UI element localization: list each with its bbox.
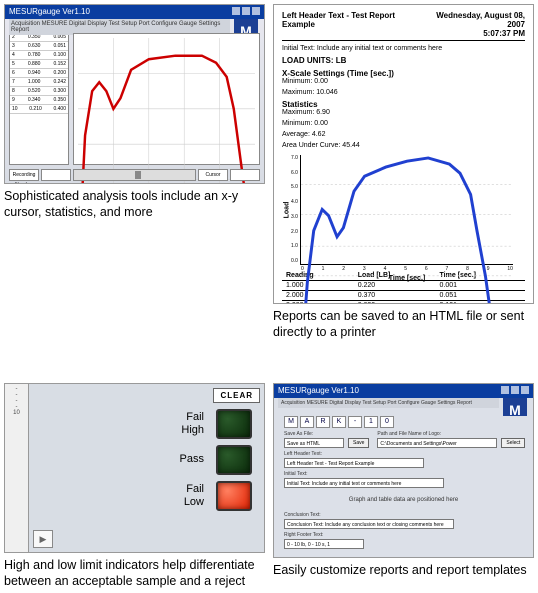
conclusion-label: Conclusion Text: bbox=[284, 512, 523, 518]
left-scale: ---- 10 bbox=[5, 384, 29, 552]
footer-bar: Recording Number Cursor bbox=[9, 169, 260, 181]
report-date: Wednesday, August 08, 2007 bbox=[436, 11, 525, 29]
recording-label: Recording Number bbox=[9, 169, 39, 181]
table-row: 30.6300.051 bbox=[10, 42, 68, 51]
right-footer-label: Right Footer Text: bbox=[284, 532, 523, 538]
save-button[interactable]: Save bbox=[348, 438, 369, 448]
data-table: 10.2100.00120.3500.00530.6300.05140.7800… bbox=[9, 23, 69, 165]
x-axis-label: Time [sec.] bbox=[389, 275, 425, 282]
conclusion-input[interactable]: Conclusion Text: Include any conclusion … bbox=[284, 519, 454, 529]
recording-value bbox=[41, 169, 71, 181]
table-row: 50.8800.152 bbox=[10, 60, 68, 69]
caption-report: Reports can be saved to an HTML file or … bbox=[273, 308, 534, 341]
saveas-label: Save As File: bbox=[284, 431, 344, 437]
table-row: 90.3400.350 bbox=[10, 96, 68, 105]
load-units: LOAD UNITS: LB bbox=[282, 56, 525, 65]
report-time: 5:07:37 PM bbox=[483, 29, 525, 38]
play-icon[interactable]: ▶ bbox=[33, 530, 53, 548]
analysis-screenshot: MESURgauge Ver1.10 Acquisition MESURE Di… bbox=[4, 4, 265, 184]
stats-auc: Area Under Curve: 45.44 bbox=[282, 142, 525, 149]
y-axis-label: Load bbox=[284, 201, 291, 218]
caption-analysis: Sophisticated analysis tools include an … bbox=[4, 188, 265, 221]
cursor-label: Cursor bbox=[198, 169, 228, 181]
caption-indicators: High and low limit indicators help diffe… bbox=[4, 557, 265, 590]
table-row: 71.0000.242 bbox=[10, 78, 68, 87]
pass-label: Pass bbox=[164, 453, 204, 465]
initial-text: Initial Text: Include any initial text o… bbox=[282, 45, 525, 52]
toolbar-glyph: - bbox=[348, 416, 362, 428]
window-titlebar: MESURgauge Ver1.10 bbox=[274, 384, 533, 398]
brand-toolbar: MARK-10 bbox=[284, 416, 523, 428]
xscale-min: Minimum: 0.00 bbox=[282, 78, 525, 85]
xscale-title: X-Scale Settings (Time [sec.]) bbox=[282, 69, 525, 78]
pass-led bbox=[216, 445, 252, 475]
toolbar-glyph: A bbox=[300, 416, 314, 428]
cursor-value bbox=[230, 169, 260, 181]
clear-button[interactable]: CLEAR bbox=[213, 388, 260, 403]
template-screenshot: MESURgauge Ver1.10 Acquisition MESURE Di… bbox=[273, 383, 534, 558]
window-titlebar: MESURgauge Ver1.10 bbox=[5, 5, 264, 19]
select-button[interactable]: Select bbox=[501, 438, 525, 448]
table-row: 80.5200.300 bbox=[10, 87, 68, 96]
window-buttons bbox=[230, 7, 260, 17]
y-ticks: 0.01.02.03.04.05.06.07.0 bbox=[291, 155, 298, 264]
report-header-left: Left Header Text - Test Report Example bbox=[282, 11, 422, 38]
report-screenshot: Left Header Text - Test Report Example W… bbox=[273, 4, 534, 304]
indicators-screenshot: ---- 10 CLEAR Fail High Pass Fail Low ▶ bbox=[4, 383, 265, 553]
logo-path-label: Path and File Name of Logo: bbox=[377, 431, 497, 437]
stats-title: Statistics bbox=[282, 100, 525, 109]
xscale-max: Maximum: 10.046 bbox=[282, 89, 525, 96]
toolbar-glyph: M bbox=[284, 416, 298, 428]
x-ticks: 012345678910 bbox=[301, 266, 513, 272]
fail-high-led bbox=[216, 409, 252, 439]
window-title: MESURgauge Ver1.10 bbox=[278, 386, 359, 396]
window-buttons bbox=[499, 386, 529, 396]
analysis-chart bbox=[73, 33, 260, 165]
fail-low-led bbox=[216, 481, 252, 511]
tab-strip: Acquisition MESURE Digital Display Test … bbox=[278, 398, 499, 408]
toolbar-glyph: 0 bbox=[380, 416, 394, 428]
window-title: MESURgauge Ver1.10 bbox=[9, 7, 90, 17]
left-header-input[interactable]: Left Header Text - Test Report Example bbox=[284, 458, 424, 468]
toolbar-glyph: K bbox=[332, 416, 346, 428]
initial-text-input[interactable]: Initial Text: Include any initial text o… bbox=[284, 478, 444, 488]
table-row: 100.2100.400 bbox=[10, 105, 68, 114]
logo-path-input[interactable]: C:\Documents and Settings\Power User\MES… bbox=[377, 438, 497, 448]
report-chart: 0.01.02.03.04.05.06.07.0 012345678910 Lo… bbox=[300, 155, 513, 265]
slider bbox=[73, 169, 196, 181]
caption-template: Easily customize reports and report temp… bbox=[273, 562, 534, 578]
toolbar-glyph: R bbox=[316, 416, 330, 428]
graph-placeholder-note: Graph and table data are positioned here bbox=[280, 491, 527, 509]
toolbar-glyph: 1 bbox=[364, 416, 378, 428]
right-footer-input[interactable]: 0 - 10 lb, 0 - 10 s, 1 bbox=[284, 539, 364, 549]
scale-value: 10 bbox=[7, 410, 26, 416]
fail-low-label: Fail Low bbox=[164, 483, 204, 507]
left-header-label: Left Header Text: bbox=[284, 451, 523, 457]
stats-min: Minimum: 0.00 bbox=[282, 120, 525, 127]
table-row: 40.7800.100 bbox=[10, 51, 68, 60]
fail-high-label: Fail High bbox=[164, 411, 204, 435]
saveas-select[interactable]: Save as HTML bbox=[284, 438, 344, 448]
table-row: 60.9400.200 bbox=[10, 69, 68, 78]
initial-text-label: Initial Text: bbox=[284, 471, 523, 477]
stats-avg: Average: 4.62 bbox=[282, 131, 525, 138]
stats-max: Maximum: 6.90 bbox=[282, 109, 525, 116]
